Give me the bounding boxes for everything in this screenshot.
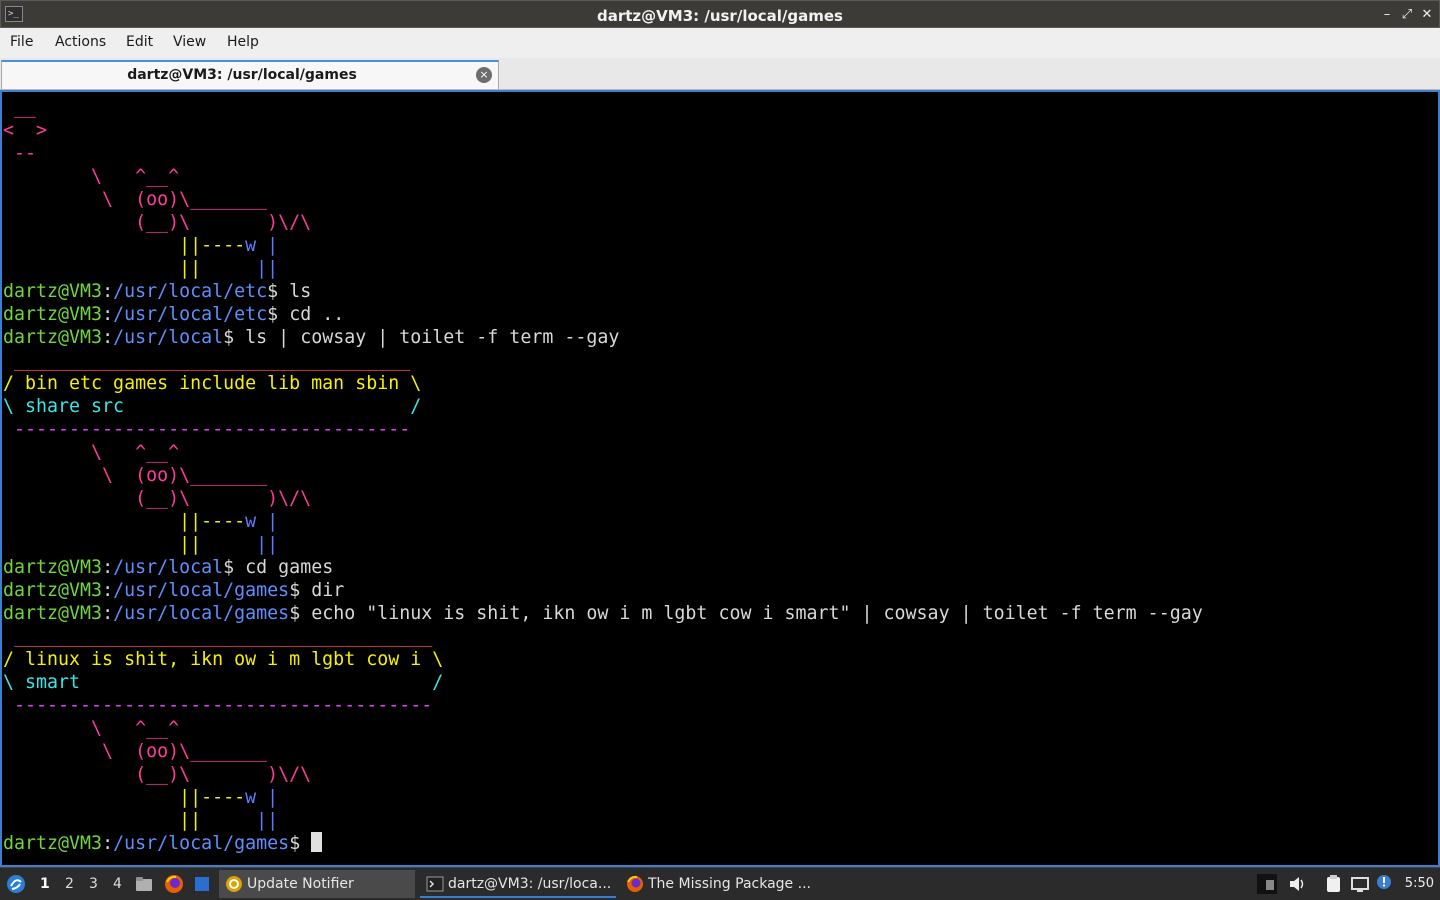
speech-bubble-line: \ share src / bbox=[3, 396, 422, 417]
bubble-top-border: ______________________________________ bbox=[3, 626, 433, 647]
prompt-line: dartz@VM3:/usr/local$ ls | cowsay | toil… bbox=[3, 327, 620, 348]
speech-bubble-line: / bin etc games include lib man sbin \ bbox=[3, 373, 422, 394]
network-icon[interactable] bbox=[1350, 874, 1370, 894]
speech-bubble-line: \ smart / bbox=[3, 672, 444, 693]
show-desktop-icon[interactable] bbox=[192, 874, 212, 894]
text-cursor bbox=[311, 832, 323, 852]
volume-icon[interactable] bbox=[1287, 874, 1307, 894]
maximize-button[interactable]: ⤢ bbox=[1398, 6, 1416, 24]
clock[interactable]: 5:50 bbox=[1405, 876, 1434, 891]
minimize-button[interactable]: – bbox=[1378, 6, 1396, 24]
task-label: Update Notifier bbox=[247, 876, 354, 892]
bubble-bottom-border: -------------------------------------- bbox=[3, 695, 433, 716]
menu-edit[interactable]: Edit bbox=[126, 34, 153, 50]
window-titlebar: >_ dartz@VM3: /usr/local/games – ⤢ ✕ bbox=[0, 0, 1440, 28]
menu-help[interactable]: Help bbox=[227, 34, 259, 50]
menu-view[interactable]: View bbox=[173, 34, 206, 50]
prompt-line: dartz@VM3:/usr/local/games$ bbox=[3, 832, 323, 854]
tab-label: dartz@VM3: /usr/local/games bbox=[127, 67, 357, 83]
task-terminal[interactable]: dartz@VM3: /usr/loca... bbox=[420, 870, 616, 898]
task-update-notifier[interactable]: Update Notifier bbox=[219, 870, 415, 898]
menu-bar: File Actions Edit View Help bbox=[0, 28, 1440, 58]
tab-bar: dartz@VM3: /usr/local/games × bbox=[0, 58, 1440, 90]
terminal-output[interactable]: __ < > -- \ ^__^ \ (oo)\_______ (__)\ )\… bbox=[0, 90, 1440, 867]
task-label: dartz@VM3: /usr/loca... bbox=[448, 876, 612, 892]
prompt-line: dartz@VM3:/usr/local/etc$ cd .. bbox=[3, 304, 345, 325]
task-label: The Missing Package ... bbox=[648, 876, 811, 892]
workspace-4[interactable]: 4 bbox=[113, 876, 122, 892]
prompt-line: dartz@VM3:/usr/local$ cd games bbox=[3, 557, 334, 578]
terminal-icon bbox=[426, 876, 444, 892]
speech-bubble-line: / linux is shit, ikn ow i m lgbt cow i \ bbox=[3, 649, 444, 670]
tab-terminal[interactable]: dartz@VM3: /usr/local/games × bbox=[1, 60, 499, 89]
menu-actions[interactable]: Actions bbox=[55, 34, 106, 50]
update-notifier-icon bbox=[226, 876, 242, 892]
taskbar: 1 2 3 4 Update Notifier dartz@VM3: /usr/… bbox=[0, 867, 1440, 900]
workspace-3[interactable]: 3 bbox=[89, 876, 98, 892]
bubble-top-border: ____________________________________ bbox=[3, 350, 411, 371]
window-title: dartz@VM3: /usr/local/games bbox=[597, 7, 843, 25]
prompt-line: dartz@VM3:/usr/local/etc$ ls bbox=[3, 281, 312, 302]
prompt-line: dartz@VM3:/usr/local/games$ dir bbox=[3, 580, 345, 601]
close-button[interactable]: ✕ bbox=[1418, 6, 1436, 24]
workspace-1[interactable]: 1 bbox=[40, 876, 50, 892]
notification-icon[interactable] bbox=[1376, 874, 1396, 894]
task-firefox[interactable]: The Missing Package ... bbox=[620, 870, 816, 898]
firefox-icon[interactable] bbox=[164, 874, 184, 894]
cow-art: \ ^__^ \ (oo)\_______ (__)\ )\/\ ||----w… bbox=[3, 442, 312, 555]
file-manager-icon[interactable] bbox=[134, 874, 154, 894]
cow-art: \ ^__^ \ (oo)\_______ (__)\ )\/\ ||----w… bbox=[3, 166, 312, 279]
bubble-bottom-border: ------------------------------------ bbox=[3, 419, 411, 440]
cow-art: \ ^__^ \ (oo)\_______ (__)\ )\/\ ||----w… bbox=[3, 718, 312, 831]
firefox-icon bbox=[627, 875, 643, 892]
prompt-line: dartz@VM3:/usr/local/games$ echo "linux … bbox=[3, 603, 1203, 624]
workspace-2[interactable]: 2 bbox=[65, 876, 74, 892]
start-menu-icon[interactable] bbox=[6, 874, 26, 894]
cow-art: __ < > -- bbox=[3, 97, 48, 164]
clipboard-icon[interactable] bbox=[1323, 874, 1343, 894]
menu-file[interactable]: File bbox=[10, 34, 33, 50]
close-tab-icon[interactable]: × bbox=[476, 67, 492, 83]
keyboard-layout-icon[interactable] bbox=[1257, 874, 1277, 894]
